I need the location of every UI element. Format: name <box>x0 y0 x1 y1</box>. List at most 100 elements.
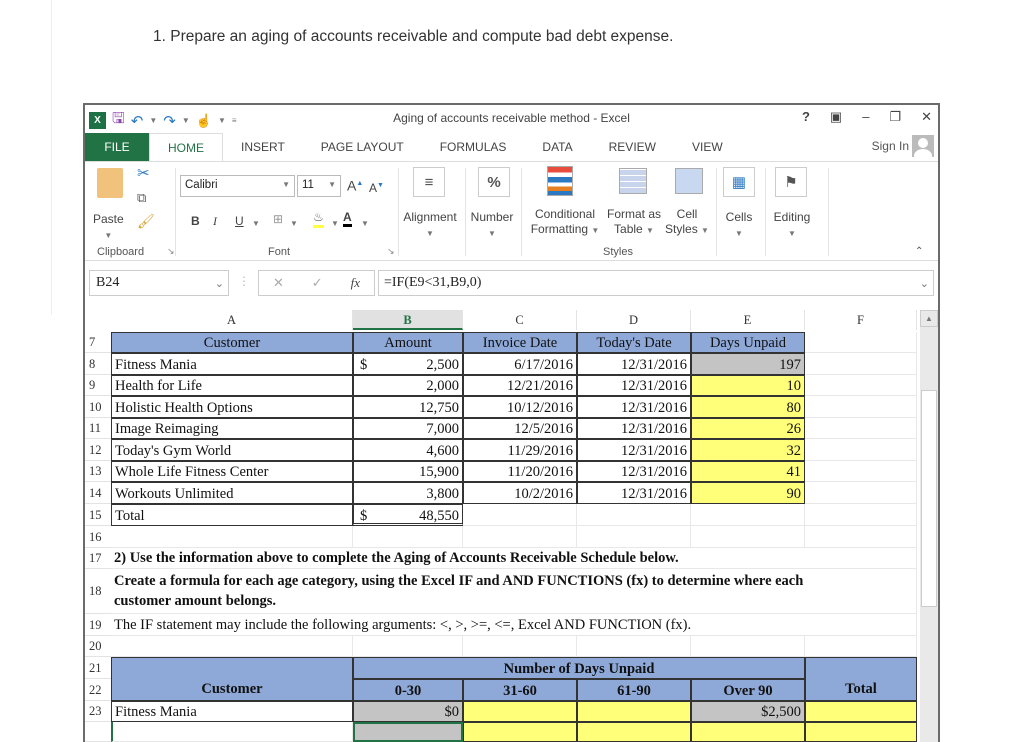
conditional-formatting-icon[interactable] <box>547 166 573 196</box>
minimize-button[interactable]: – <box>862 109 869 125</box>
empty-cell[interactable] <box>577 526 691 548</box>
cancel-icon[interactable]: ✕ <box>273 275 284 291</box>
schedule-bucket-cell[interactable] <box>463 722 577 742</box>
alignment-button[interactable]: Alignment ▼ <box>399 210 461 241</box>
name-box[interactable]: B24 ⌄ <box>89 270 229 296</box>
fill-color-icon[interactable]: ♨ <box>313 210 324 228</box>
todays-date-cell[interactable]: 12/31/2016 <box>577 461 691 482</box>
sign-in-label[interactable]: Sign In <box>872 139 909 153</box>
schedule-header-group[interactable]: Number of Days Unpaid <box>353 657 805 679</box>
header-invoice-date[interactable]: Invoice Date <box>463 332 577 353</box>
vertical-scrollbar[interactable]: ▲ <box>920 310 938 742</box>
schedule-bucket-cell[interactable] <box>805 722 917 742</box>
tab-review[interactable]: REVIEW <box>591 133 674 161</box>
chevron-down-icon[interactable]: ▼ <box>290 216 298 231</box>
days-unpaid-cell[interactable]: 10 <box>691 375 805 396</box>
column-header-c[interactable]: C <box>463 310 577 330</box>
cut-icon[interactable]: ✂ <box>137 166 150 181</box>
todays-date-cell[interactable]: 12/31/2016 <box>577 482 691 504</box>
empty-cell[interactable] <box>805 504 917 526</box>
sign-in[interactable]: Sign In <box>872 135 934 157</box>
days-unpaid-cell[interactable]: 197 <box>691 353 805 375</box>
font-size-select[interactable]: 11 ▼ <box>297 175 341 197</box>
italic-button[interactable]: I <box>213 214 217 229</box>
days-unpaid-cell[interactable]: 41 <box>691 461 805 482</box>
header-customer[interactable]: Customer <box>111 332 353 353</box>
amount-cell[interactable]: 4,600 <box>353 439 463 461</box>
schedule-bucket-cell[interactable] <box>577 722 691 742</box>
instruction-text[interactable]: The IF statement may include the followi… <box>111 614 917 636</box>
row-header-13[interactable]: 13 <box>85 461 111 482</box>
schedule-header-bucket[interactable]: Over 90 <box>691 679 805 701</box>
empty-cell[interactable] <box>805 375 917 396</box>
empty-cell[interactable] <box>805 482 917 504</box>
empty-cell[interactable] <box>805 439 917 461</box>
todays-date-cell[interactable]: 12/31/2016 <box>577 375 691 396</box>
empty-cell[interactable] <box>577 504 691 526</box>
column-header-e[interactable]: E <box>691 310 805 330</box>
help-button[interactable]: ? <box>802 109 810 125</box>
row-header-21[interactable]: 21 <box>85 657 111 679</box>
customer-cell[interactable]: Holistic Health Options <box>111 396 353 418</box>
copy-icon[interactable]: ⧉ <box>137 190 146 205</box>
customer-cell[interactable]: Workouts Unlimited <box>111 482 353 504</box>
restore-button[interactable]: ❐ <box>889 109 901 125</box>
column-header-d[interactable]: D <box>577 310 691 330</box>
dialog-launcher-icon[interactable]: ↘ <box>167 246 175 257</box>
days-unpaid-cell[interactable]: 26 <box>691 418 805 439</box>
schedule-header-bucket[interactable]: 31-60 <box>463 679 577 701</box>
todays-date-cell[interactable]: 12/31/2016 <box>577 353 691 375</box>
borders-icon[interactable]: ⊞ <box>273 212 283 227</box>
invoice-date-cell[interactable]: 12/5/2016 <box>463 418 577 439</box>
empty-cell[interactable] <box>805 418 917 439</box>
empty-cell[interactable] <box>805 636 917 657</box>
tab-file[interactable]: FILE <box>85 133 149 161</box>
scrollbar-thumb[interactable] <box>921 390 937 607</box>
splitter-icon[interactable]: ⋮ <box>238 274 250 288</box>
empty-cell[interactable] <box>463 504 577 526</box>
todays-date-cell[interactable]: 12/31/2016 <box>577 439 691 461</box>
insert-function-icon[interactable]: fx <box>351 275 360 291</box>
decrease-font-icon[interactable]: A▼ <box>369 178 384 196</box>
editing-button[interactable]: Editing ▼ <box>769 210 815 241</box>
font-color-icon[interactable]: A <box>343 211 352 227</box>
cell-styles-icon[interactable] <box>675 168 703 194</box>
row-header-11[interactable]: 11 <box>85 418 111 439</box>
select-all-corner[interactable] <box>85 310 111 330</box>
empty-cell[interactable] <box>805 332 917 353</box>
column-header-f[interactable]: F <box>805 310 917 330</box>
row-header-12[interactable]: 12 <box>85 439 111 461</box>
row-header-16[interactable]: 16 <box>85 526 111 548</box>
empty-cell[interactable] <box>805 353 917 375</box>
schedule-bucket-cell[interactable] <box>463 701 577 722</box>
row-header-8[interactable]: 8 <box>85 353 111 375</box>
invoice-date-cell[interactable]: 10/12/2016 <box>463 396 577 418</box>
invoice-date-cell[interactable]: 6/17/2016 <box>463 353 577 375</box>
empty-cell[interactable] <box>463 636 577 657</box>
amount-cell[interactable]: 12,750 <box>353 396 463 418</box>
todays-date-cell[interactable]: 12/31/2016 <box>577 396 691 418</box>
number-button[interactable]: Number ▼ <box>467 210 517 241</box>
row-header-9[interactable]: 9 <box>85 375 111 396</box>
invoice-date-cell[interactable]: 10/2/2016 <box>463 482 577 504</box>
font-name-select[interactable]: Calibri ▼ <box>180 175 295 197</box>
empty-cell[interactable] <box>577 636 691 657</box>
empty-cell[interactable] <box>111 526 353 548</box>
amount-cell[interactable]: 15,900 <box>353 461 463 482</box>
tab-page-layout[interactable]: PAGE LAYOUT <box>303 133 422 161</box>
chevron-down-icon[interactable]: ▼ <box>361 216 369 231</box>
amount-cell[interactable]: 3,800 <box>353 482 463 504</box>
schedule-bucket-cell[interactable] <box>691 722 805 742</box>
format-as-table-button[interactable]: Format as Table ▼ <box>603 207 665 238</box>
empty-cell[interactable] <box>805 461 917 482</box>
customer-cell[interactable]: Image Reimaging <box>111 418 353 439</box>
schedule-total-cell[interactable] <box>805 701 917 722</box>
customer-cell[interactable]: Fitness Mania <box>111 353 353 375</box>
row-header-14[interactable]: 14 <box>85 482 111 504</box>
customer-cell[interactable]: Whole Life Fitness Center <box>111 461 353 482</box>
header-days-unpaid[interactable]: Days Unpaid <box>691 332 805 353</box>
schedule-customer-cell[interactable] <box>111 722 353 742</box>
format-as-table-icon[interactable] <box>619 168 647 194</box>
paste-button[interactable]: Paste ▼ <box>93 212 124 243</box>
dialog-launcher-icon[interactable]: ↘ <box>387 246 395 257</box>
